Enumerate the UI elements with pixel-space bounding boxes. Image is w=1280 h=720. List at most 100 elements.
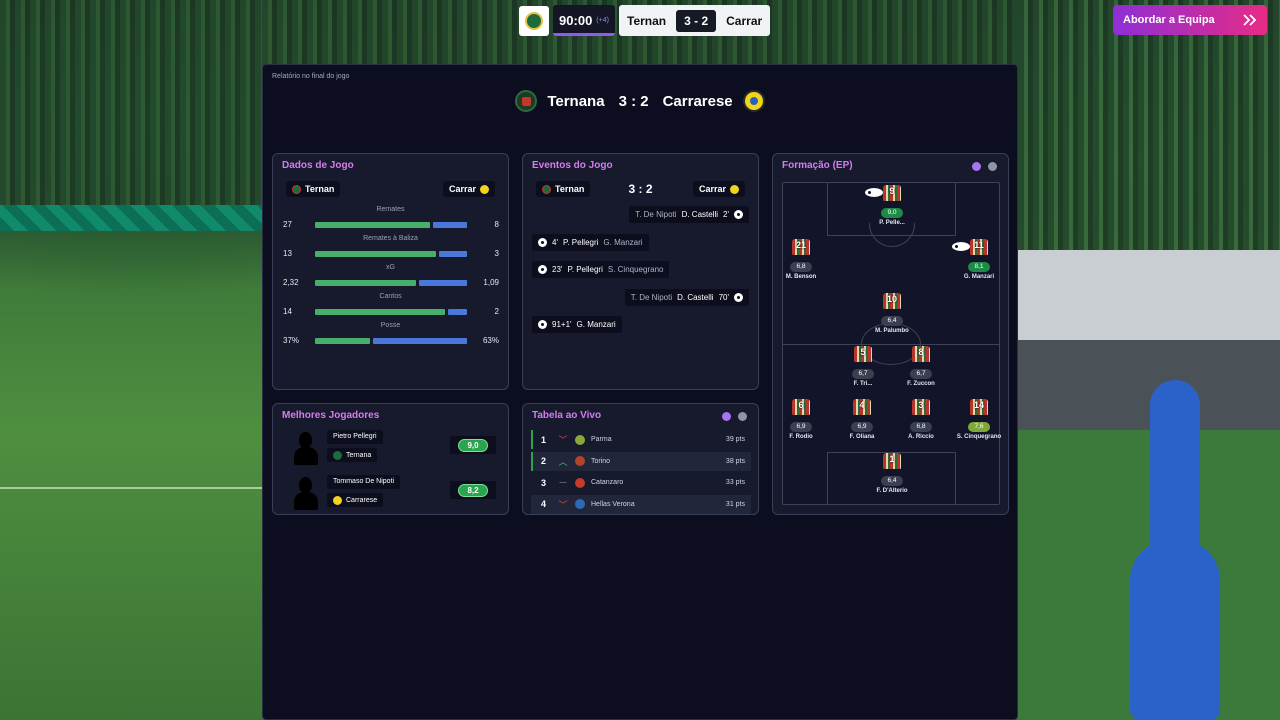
page-dot[interactable] — [738, 412, 747, 421]
event-minute: 4' — [552, 237, 558, 247]
player-rating: 7,6 — [968, 422, 990, 432]
best-players-card: Melhores Jogadores Pietro Pellegri Ternan… — [272, 403, 509, 515]
best-player-rating-box: 8,2 — [450, 481, 496, 499]
score-box: Ternan 3 - 2 Carrar — [619, 5, 771, 36]
table-position: 4 — [541, 499, 547, 509]
hud-score: 3 - 2 — [676, 9, 717, 32]
event-item: T. De Nipoti D. Castelli 2' — [629, 206, 749, 223]
live-table-card: Tabela ao Vivo 1 ﹀ Parma 39 pts 2 ︿ Torino 38 p… — [522, 403, 759, 515]
club-points: 38 pts — [725, 457, 745, 465]
match-data-title: Dados de Jogo — [282, 160, 354, 171]
formation-player[interactable]: 21 6,8 M. Benson — [771, 239, 831, 280]
table-row[interactable]: 4 ﹀ Hellas Verona 31 pts — [531, 494, 751, 514]
club-points: 31 pts — [725, 500, 745, 508]
player-shirt-icon: 9 — [865, 185, 901, 201]
ternana-crest-icon — [515, 90, 538, 112]
stat-away-bar — [419, 280, 467, 286]
row-accent — [531, 430, 533, 449]
trend-down-icon: ﹀ — [558, 499, 568, 510]
shirt-number: 9 — [889, 186, 895, 196]
formation-player[interactable]: 10 6,4 M. Palumbo — [862, 293, 922, 334]
player-name: F. Rodio — [789, 434, 813, 440]
club-crest-icon — [333, 450, 342, 460]
player-shirt-icon: 10 — [883, 293, 901, 309]
page-dot-active[interactable] — [972, 162, 981, 171]
stadium-crowd-left — [0, 0, 262, 205]
table-club: Hellas Verona — [575, 499, 705, 509]
goal-ball-icon — [952, 242, 970, 251]
player-rating: 6,8 — [910, 422, 932, 432]
club-name: Parma — [591, 436, 612, 443]
stat-home-value: 13 — [283, 249, 292, 258]
best-player-team: Ternana — [346, 451, 372, 459]
best-player-name: Pietro Pellegri — [327, 430, 383, 444]
best-player-team-chip: Ternana — [327, 448, 378, 462]
event-scorer: D. Castelli — [677, 292, 714, 302]
stat-home-value: 2,32 — [283, 278, 299, 287]
player-name: F. Tri... — [853, 381, 873, 387]
table-position: 2 — [541, 456, 547, 466]
table-row[interactable]: 1 ﹀ Parma 39 pts — [531, 430, 751, 449]
best-player-row[interactable]: Tommaso De Nipoti Carrarese 8,2 — [282, 475, 500, 511]
formation-player[interactable]: 9 9,0 P. Pelle... — [862, 185, 922, 226]
stat-label: Posse — [380, 322, 401, 329]
event-minute: 70' — [718, 292, 729, 302]
formation-player[interactable]: 8 6,7 F. Zuccon — [891, 346, 951, 387]
best-player-team-chip: Carrarese — [327, 493, 384, 507]
stat-home-value: 27 — [283, 220, 292, 229]
stat-home-bar — [315, 251, 436, 257]
clock-time: 90:00 — [559, 13, 593, 28]
best-player-rating: 8,2 — [458, 483, 488, 497]
formation-player[interactable]: 1 6,4 F. D'Alterio — [862, 453, 922, 494]
page-dot-active[interactable] — [722, 412, 731, 421]
event-assist: G. Manzari — [603, 237, 643, 247]
player-shirt-icon: 21 — [792, 239, 810, 255]
formation-player[interactable]: 3 6,8 A. Riccio — [891, 399, 951, 440]
player-rating: 8,1 — [968, 262, 990, 272]
penalty-arc-top — [869, 223, 915, 247]
stat-away-bar — [373, 338, 467, 344]
stat-row: 13 3 — [283, 249, 499, 259]
approach-team-button[interactable]: Abordar a Equipa — [1113, 5, 1267, 35]
player-name: S. Cinquegrano — [956, 434, 1002, 440]
stat-home-bar — [315, 280, 416, 286]
hud-home-team: Ternan — [627, 13, 667, 28]
player-rating: 6,9 — [851, 422, 873, 432]
live-table-title: Tabela ao Vivo — [532, 410, 602, 421]
player-rating: 6,4 — [881, 476, 903, 486]
match-events-title: Eventos do Jogo — [532, 160, 613, 171]
page-dot[interactable] — [988, 162, 997, 171]
event-scorer: P. Pellegri — [567, 265, 603, 274]
table-row[interactable]: 2 ︿ Torino 38 pts — [531, 451, 751, 471]
best-players-title: Melhores Jogadores — [282, 410, 380, 421]
event-assist: T. De Nipoti — [630, 292, 673, 302]
club-crest-icon — [333, 495, 342, 505]
match-data-home: Ternan — [305, 184, 335, 194]
player-shirt-icon: 6 — [792, 399, 810, 415]
substitute-player — [1130, 540, 1220, 720]
formation-player[interactable]: 4 6,9 F. Oliana — [832, 399, 892, 440]
scoreboard-hud: 90:00 (+4) Ternan 3 - 2 Carrar — [519, 5, 771, 36]
shirt-number: 5 — [860, 347, 866, 357]
shirt-number: 1 — [889, 454, 895, 464]
table-row[interactable]: 3 — Catanzaro 33 pts — [531, 473, 751, 492]
event-scorer: P. Pellegri — [562, 237, 599, 247]
player-name: M. Benson — [785, 274, 817, 280]
best-player-row[interactable]: Pietro Pellegri Ternana 9,0 — [282, 430, 500, 466]
home-team-name: Ternana — [547, 92, 605, 110]
player-shirt-icon: 5 — [854, 346, 872, 362]
stat-row: 37% 63% — [283, 336, 499, 346]
clock-progress — [553, 33, 615, 36]
event-item: T. De Nipoti D. Castelli 70' — [624, 288, 749, 306]
formation-player[interactable]: 14 7,6 S. Cinquegrano — [949, 399, 1009, 440]
events-away: Carrar — [698, 184, 726, 194]
club-points: 39 pts — [725, 436, 745, 443]
match-data-away-chip: Carrar — [442, 181, 495, 197]
result-header: Ternana 3 : 2 Carrarese — [263, 90, 1017, 112]
end-of-match-report: Relatório no final do jogo Ternana 3 : 2… — [262, 64, 1018, 720]
formation-player[interactable]: 11 8,1 G. Manzari — [949, 239, 1009, 280]
formation-player[interactable]: 6 6,9 F. Rodio — [771, 399, 831, 440]
best-player-team: Carrarese — [346, 496, 378, 504]
event-assist: S. Cinquegrano — [607, 265, 664, 274]
formation-player[interactable]: 5 6,7 F. Tri... — [833, 346, 893, 387]
